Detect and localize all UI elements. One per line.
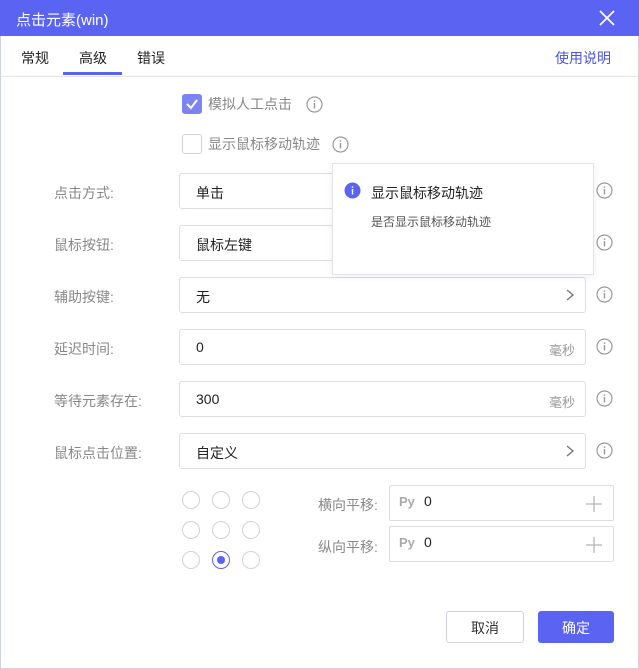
info-icon[interactable] [596,234,613,251]
vertical-offset-value: 0 [424,534,432,550]
check-icon [186,99,198,110]
click-method-label: 点击方式: [54,185,114,201]
horizontal-offset-value: 0 [424,493,432,509]
position-radio-bottom-center[interactable] [212,551,230,569]
info-icon[interactable] [596,286,613,303]
tab-error[interactable]: 错误 [137,48,165,68]
tab-general[interactable]: 常规 [21,48,49,68]
chevron-right-icon [566,289,575,301]
position-radio-top-center[interactable] [212,491,230,509]
wait-exists-unit: 毫秒 [548,395,575,410]
position-radio-top-right[interactable] [242,491,260,509]
delay-label: 延迟时间: [54,341,114,357]
simulate-click-checkbox[interactable] [182,94,202,114]
simulate-click-option: 模拟人工点击 [182,94,323,114]
click-position-value: 自定义 [196,445,238,461]
simulate-click-label: 模拟人工点击 [208,96,292,112]
modifier-key-label: 辅助按键: [54,289,114,305]
position-radio-middle-center[interactable] [212,521,230,539]
show-track-checkbox[interactable] [182,134,202,154]
show-track-label: 显示鼠标移动轨迹 [208,136,320,152]
info-icon[interactable] [596,338,613,355]
delay-unit: 毫秒 [548,343,575,358]
plus-icon[interactable] [585,495,603,513]
delay-input[interactable]: 0 毫秒 [179,329,586,365]
tab-advanced[interactable]: 高级 [79,48,107,68]
cancel-button[interactable]: 取消 [446,611,524,643]
info-icon[interactable] [332,135,349,153]
wait-exists-label: 等待元素存在: [54,393,142,409]
mouse-button-label: 鼠标按钮: [54,237,114,253]
plus-icon[interactable] [585,536,603,554]
wait-exists-input[interactable]: 300 毫秒 [179,381,586,417]
chevron-right-icon [566,445,575,457]
position-radio-top-left[interactable] [182,491,200,509]
position-radio-bottom-left[interactable] [182,551,200,569]
wait-exists-value: 300 [196,391,220,407]
modifier-key-select[interactable]: 无 [179,277,586,313]
click-position-select[interactable]: 自定义 [179,433,586,469]
horizontal-offset-label: 横向平移: [318,497,378,513]
delay-value: 0 [196,339,204,355]
title-bar: 点击元素(win) [0,0,639,36]
window-title: 点击元素(win) [16,12,109,29]
horizontal-offset-input[interactable]: Py 0 [389,485,614,521]
help-link[interactable]: 使用说明 [555,48,611,68]
tooltip-title: 显示鼠标移动轨迹 [371,185,483,201]
python-prefix: Py [399,494,415,509]
info-icon[interactable] [596,390,613,407]
tooltip-popover: 显示鼠标移动轨迹 是否显示鼠标移动轨迹 [332,163,594,275]
active-tab-indicator [63,72,122,75]
info-filled-icon [344,182,361,199]
position-radio-bottom-right[interactable] [242,551,260,569]
info-icon[interactable] [596,182,613,199]
info-icon[interactable] [306,95,323,113]
vertical-offset-label: 纵向平移: [318,539,378,555]
tab-bar: 常规 高级 错误 使用说明 [0,36,639,77]
show-track-option: 显示鼠标移动轨迹 [182,134,349,154]
position-radio-middle-right[interactable] [242,521,260,539]
click-method-value: 单击 [196,185,224,201]
ok-button[interactable]: 确定 [538,611,614,643]
click-position-label: 鼠标点击位置: [54,445,142,461]
python-prefix: Py [399,535,415,550]
position-radio-middle-left[interactable] [182,521,200,539]
close-icon[interactable] [597,8,617,28]
mouse-button-value: 鼠标左键 [196,237,252,253]
tooltip-description: 是否显示鼠标移动轨迹 [371,215,492,229]
info-icon[interactable] [596,442,613,459]
modifier-key-value: 无 [196,289,210,305]
vertical-offset-input[interactable]: Py 0 [389,526,614,562]
